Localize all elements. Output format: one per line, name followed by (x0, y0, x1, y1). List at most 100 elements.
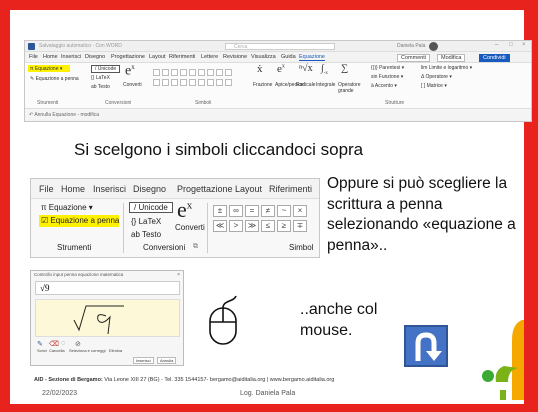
zoom-symbol-mp[interactable]: ∓ (293, 220, 307, 232)
menu-disegno[interactable]: Disegno (85, 54, 105, 60)
zoom-converti-button[interactable]: Converti (175, 223, 205, 232)
search-input[interactable]: Cerca (225, 43, 335, 50)
symbol-notequal[interactable] (180, 69, 187, 76)
symbol-divide[interactable] (207, 69, 214, 76)
zoom-symbol-gg[interactable]: ≫ (245, 220, 259, 232)
dialog-launcher-icon[interactable]: ⧉ (193, 243, 198, 251)
zoom-symbol-plusminus[interactable]: ± (213, 205, 227, 217)
symbol-propto[interactable] (225, 69, 232, 76)
pen-select-icon[interactable]: ◌ (61, 340, 65, 347)
pen-erase-label[interactable]: Cancella (49, 348, 65, 353)
zoom-converti-icon[interactable]: ex (177, 197, 192, 223)
zoom-symbol-times[interactable]: × (293, 205, 307, 217)
menu-inserisci[interactable]: Inserisci (61, 54, 81, 60)
menu-file[interactable]: File (29, 54, 38, 60)
symbol-plusminus[interactable] (153, 69, 160, 76)
symbol-equal[interactable] (171, 69, 178, 76)
share-button[interactable]: Condividi (479, 54, 510, 62)
zoom-symbol-notequal[interactable]: ≠ (261, 205, 275, 217)
symbol-mp[interactable] (189, 79, 196, 86)
symbol-equiv[interactable] (216, 79, 223, 86)
zoom-tab-disegno[interactable]: Disegno (133, 184, 166, 194)
symbol-forall[interactable] (225, 79, 232, 86)
operatore-button[interactable]: Δ Operatore ▾ (421, 74, 452, 80)
zoom-tab-file[interactable]: File (39, 184, 54, 194)
menu-revisione[interactable]: Revisione (223, 54, 247, 60)
zoom-equazione-button[interactable]: π Equazione ▾ (41, 203, 93, 212)
menu-lettere[interactable]: Lettere (201, 54, 218, 60)
symbol-gg[interactable] (162, 79, 169, 86)
symbol-ll[interactable] (153, 79, 160, 86)
symbol-infinity[interactable] (162, 69, 169, 76)
unicode-button[interactable]: / Unicode (91, 65, 121, 73)
zoom-unicode-button[interactable]: / Unicode (129, 202, 173, 213)
menu-progettazione[interactable]: Progettazione (111, 54, 145, 60)
menu-equazione[interactable]: Equazione (299, 54, 325, 61)
zoom-symbol-tilde[interactable]: ~ (277, 205, 291, 217)
pen-clear-label[interactable]: Elimina (109, 348, 122, 353)
operatore-icon[interactable]: ∑ (341, 63, 348, 74)
pen-clear-icon[interactable]: ⊘ (75, 340, 81, 348)
frazione-label[interactable]: Frazione (253, 82, 272, 88)
zoom-tab-inserisci[interactable]: Inserisci (93, 184, 126, 194)
zoom-symbol-ll[interactable]: ≪ (213, 220, 227, 232)
pen-insert-button[interactable]: Inserisci (133, 357, 154, 364)
menu-guida[interactable]: Guida (281, 54, 296, 60)
minimize-icon[interactable]: – (495, 42, 498, 48)
pen-write-icon[interactable]: ✎ (37, 340, 43, 348)
apice-icon[interactable]: ex (277, 63, 285, 75)
matrice-button[interactable]: [ ] Matrice ▾ (421, 83, 447, 89)
zoom-symbol-infinity[interactable]: ∞ (229, 205, 243, 217)
symbol-cong[interactable] (198, 79, 205, 86)
radicale-icon[interactable]: ⁿ√x (299, 63, 313, 74)
limite-button[interactable]: lim Limite e logaritmo ▾ (421, 65, 472, 71)
testo-button[interactable]: ab Testo (91, 84, 110, 90)
pen-select-label[interactable]: Seleziona e correggi (69, 348, 105, 353)
comments-button[interactable]: Commenti (397, 54, 431, 62)
operatore-label[interactable]: Operatore grande (338, 82, 362, 94)
zoom-symbol-geq[interactable]: ≥ (277, 220, 291, 232)
pen-erase-icon[interactable]: ⌫ (49, 340, 59, 348)
menu-riferimenti[interactable]: Riferimenti (169, 54, 195, 60)
menu-visualizza[interactable]: Visualizza (251, 54, 276, 60)
symbol-factorial[interactable] (216, 69, 223, 76)
zoom-latex-button[interactable]: {} LaTeX (131, 217, 161, 226)
apice-label[interactable]: Apice/pedice (275, 82, 304, 88)
zoom-testo-button[interactable]: ab Testo (131, 230, 161, 239)
back-icon[interactable] (404, 325, 448, 367)
pen-cancel-button[interactable]: Annulla (157, 357, 177, 364)
zoom-symbol-equal[interactable]: = (245, 205, 259, 217)
edit-button[interactable]: Modifica (437, 54, 466, 62)
symbol-leq[interactable] (171, 79, 178, 86)
zoom-tab-riferimenti[interactable]: Riferimenti (269, 184, 312, 194)
zoom-symbol-gt[interactable]: > (229, 220, 243, 232)
radicale-label[interactable]: Radicale (296, 82, 315, 88)
integrale-icon[interactable]: ∫-x (321, 63, 328, 76)
integrale-label[interactable]: Integrale (316, 82, 335, 88)
converti-button[interactable]: Converti (123, 82, 142, 88)
symbol-approx[interactable] (207, 79, 214, 86)
zoom-tab-layout[interactable]: Layout (235, 184, 262, 194)
menu-home[interactable]: Home (43, 54, 58, 60)
converti-icon[interactable]: ex (125, 63, 135, 80)
funzione-button[interactable]: sin Funzione ▾ (371, 74, 403, 80)
zoom-equazione-penna-button[interactable]: ☑ Equazione a penna (41, 216, 119, 225)
menu-layout[interactable]: Layout (149, 54, 166, 60)
parentesi-button[interactable]: {()} Parentesi ▾ (371, 65, 404, 71)
latex-button[interactable]: {} LaTeX (91, 75, 110, 81)
avatar[interactable] (429, 42, 438, 51)
frazione-icon[interactable]: ẋ (257, 63, 263, 75)
equazione-button[interactable]: π Equazione ▾ (30, 66, 62, 72)
pen-close-icon[interactable]: × (177, 272, 180, 278)
zoom-tab-home[interactable]: Home (61, 184, 85, 194)
symbol-times[interactable] (198, 69, 205, 76)
zoom-tab-progettazione[interactable]: Progettazione (177, 184, 233, 194)
pen-writing-area[interactable]: √9 (35, 299, 180, 337)
zoom-symbol-leq[interactable]: ≤ (261, 220, 275, 232)
accento-button[interactable]: ä Accento ▾ (371, 83, 397, 89)
symbol-geq[interactable] (180, 79, 187, 86)
pen-write-label[interactable]: Scrivi (37, 348, 47, 353)
equazione-penna-button[interactable]: ✎ Equazione a penna (30, 76, 79, 82)
symbol-tilde[interactable] (189, 69, 196, 76)
maximize-icon[interactable]: □ (509, 42, 513, 48)
